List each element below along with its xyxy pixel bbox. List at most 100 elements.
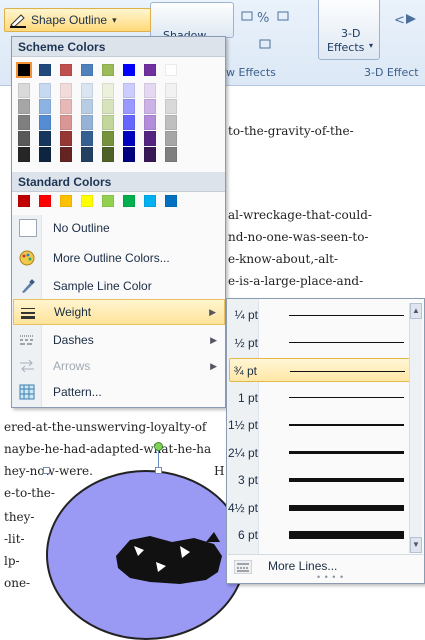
doc-line: they- — [4, 510, 35, 524]
doc-line: e-know-about,-alt- — [228, 252, 339, 266]
tint-color-swatch[interactable] — [165, 83, 177, 98]
theme-color-swatch[interactable] — [123, 64, 135, 76]
theme-color-swatch[interactable] — [81, 64, 93, 76]
tint-color-swatch[interactable] — [60, 83, 72, 98]
scroll-up-arrow-icon[interactable]: ▲ — [410, 303, 422, 319]
resize-grip-icon[interactable]: • • • • — [317, 572, 344, 582]
more-outline-colors-item[interactable]: More Outline Colors... — [13, 245, 225, 271]
weight-option[interactable]: ½ pt — [229, 331, 412, 355]
tint-color-swatch[interactable] — [102, 83, 114, 98]
sample-line-color-item[interactable]: Sample Line Color — [13, 273, 225, 299]
weight-line-sample — [289, 342, 404, 343]
tint-color-swatch[interactable] — [39, 83, 51, 98]
tint-color-swatch[interactable] — [165, 131, 177, 146]
effects-label: Effects — [327, 41, 365, 54]
tint-color-swatch[interactable] — [144, 115, 156, 130]
tint-color-swatch[interactable] — [18, 83, 30, 98]
tint-color-swatch[interactable] — [60, 131, 72, 146]
tint-color-swatch[interactable] — [102, 131, 114, 146]
pattern-grid-icon — [19, 384, 35, 400]
tint-color-swatch[interactable] — [81, 99, 93, 114]
standard-color-swatch[interactable] — [165, 195, 177, 207]
tint-color-swatch[interactable] — [165, 147, 177, 162]
line-weight-icon — [20, 305, 36, 321]
dashes-item[interactable]: Dashes ▶ — [13, 327, 225, 353]
theme-color-swatch[interactable] — [39, 64, 51, 76]
tint-color-swatch[interactable] — [39, 115, 51, 130]
weight-option[interactable]: 6 pt — [229, 523, 412, 547]
tint-color-swatch[interactable] — [81, 115, 93, 130]
standard-color-swatch[interactable] — [123, 195, 135, 207]
weight-scrollbar[interactable]: ▲ ▼ — [409, 303, 422, 553]
weight-option-label: ¾ pt — [233, 364, 257, 378]
tint-color-swatch[interactable] — [123, 147, 135, 162]
tint-color-swatch[interactable] — [123, 115, 135, 130]
no-outline-item[interactable]: No Outline — [13, 215, 225, 241]
theme-color-swatch[interactable] — [16, 62, 32, 78]
tint-color-swatch[interactable] — [39, 131, 51, 146]
three-d-tilt-icons[interactable]: < — [392, 10, 425, 50]
arrows-item[interactable]: Arrows ▶ — [13, 353, 225, 379]
tint-color-swatch[interactable] — [144, 147, 156, 162]
weight-option[interactable]: 4½ pt — [227, 496, 412, 520]
tint-color-swatch[interactable] — [81, 83, 93, 98]
tint-color-swatch[interactable] — [60, 99, 72, 114]
standard-colors-heading: Standard Colors — [12, 172, 225, 192]
weight-line-sample — [289, 451, 404, 454]
tint-color-swatch[interactable] — [18, 147, 30, 162]
tint-color-swatch[interactable] — [102, 147, 114, 162]
standard-color-swatch[interactable] — [60, 195, 72, 207]
tint-color-swatch[interactable] — [39, 99, 51, 114]
shadow-button[interactable]: Shadow — [150, 2, 234, 42]
weight-option[interactable]: 2¼ pt — [228, 441, 412, 465]
theme-color-swatch[interactable] — [102, 64, 114, 76]
rotation-handle[interactable] — [154, 442, 163, 451]
tint-color-swatch[interactable] — [60, 115, 72, 130]
tint-color-swatch[interactable] — [123, 131, 135, 146]
three-d-effects-button[interactable]: 3-D Effects ▾ — [318, 0, 380, 60]
tint-color-swatch[interactable] — [165, 99, 177, 114]
theme-color-swatch[interactable] — [144, 64, 156, 76]
tint-color-swatch[interactable] — [165, 115, 177, 130]
weight-item[interactable]: Weight ▶ — [13, 299, 225, 325]
theme-color-swatch[interactable] — [60, 64, 72, 76]
shadow-nudge-icons[interactable]: % — [236, 6, 300, 54]
tint-color-swatch[interactable] — [18, 115, 30, 130]
weight-option[interactable]: ¾ pt — [229, 358, 412, 382]
tint-color-swatch[interactable] — [123, 83, 135, 98]
standard-color-swatch[interactable] — [39, 195, 51, 207]
tint-color-swatch[interactable] — [18, 99, 30, 114]
resize-handle-top[interactable] — [155, 467, 162, 474]
shape-outline-button[interactable]: Shape Outline ▾ — [4, 8, 151, 32]
theme-color-swatch[interactable] — [165, 64, 177, 76]
weight-option-label: 1 pt — [237, 390, 258, 405]
pattern-item[interactable]: Pattern... — [13, 379, 225, 405]
standard-color-swatch[interactable] — [18, 195, 30, 207]
tint-color-swatch[interactable] — [144, 83, 156, 98]
tint-color-swatch[interactable] — [81, 147, 93, 162]
chevron-down-icon: ▾ — [369, 41, 374, 50]
tint-color-swatch[interactable] — [81, 131, 93, 146]
weight-option-label: 4½ pt — [227, 500, 258, 515]
scheme-colors-heading: Scheme Colors — [12, 37, 225, 57]
doc-line: ered-at-the-unswerving-loyalty-of — [4, 420, 207, 434]
standard-color-swatch[interactable] — [81, 195, 93, 207]
weight-option[interactable]: 3 pt — [229, 468, 412, 492]
tint-color-swatch[interactable] — [60, 147, 72, 162]
weight-line-sample — [289, 504, 404, 511]
standard-color-swatch[interactable] — [102, 195, 114, 207]
tint-color-swatch[interactable] — [102, 115, 114, 130]
tint-color-swatch[interactable] — [123, 99, 135, 114]
resize-handle-top-left[interactable] — [43, 467, 50, 474]
tint-color-swatch[interactable] — [144, 99, 156, 114]
shadow-effects-group-label: w Effects — [226, 66, 276, 79]
tint-color-swatch[interactable] — [144, 131, 156, 146]
weight-option[interactable]: ¼ pt — [229, 303, 412, 327]
tint-color-swatch[interactable] — [39, 147, 51, 162]
tint-color-swatch[interactable] — [18, 131, 30, 146]
scroll-down-arrow-icon[interactable]: ▼ — [410, 537, 422, 553]
standard-color-swatch[interactable] — [144, 195, 156, 207]
weight-option[interactable]: 1 pt — [229, 386, 412, 410]
tint-color-swatch[interactable] — [102, 99, 114, 114]
weight-option[interactable]: 1½ pt — [228, 413, 412, 437]
